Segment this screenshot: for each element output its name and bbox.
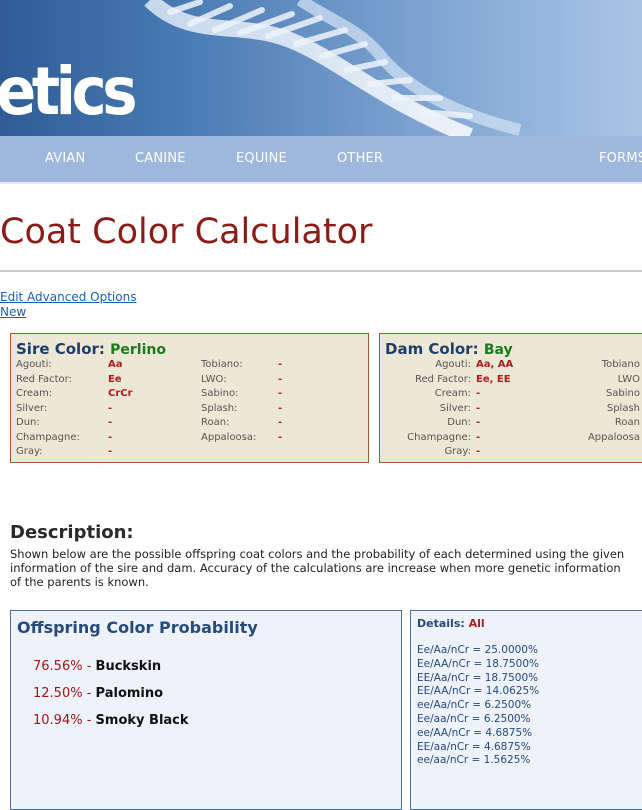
genotype-line: Ee/aa/nCr = 6.2500%: [417, 712, 531, 725]
sire-gray-value: -: [108, 446, 113, 457]
dam-gray-label: Gray:: [444, 446, 471, 457]
dam-dun-label: Dun:: [447, 417, 471, 428]
sire-cream-label: Cream:: [16, 388, 53, 399]
sire-lwo-value: -: [278, 374, 283, 385]
dam-agouti-label: Agouti:: [435, 359, 471, 370]
dam-silver-value: -: [476, 403, 481, 414]
dam-heading-label: Dam Color:: [385, 340, 479, 358]
genotype-line: EE/aa/nCr = 4.6875%: [417, 740, 531, 753]
sire-heading-label: Sire Color:: [16, 340, 105, 358]
sire-splash-value: -: [278, 403, 283, 414]
sire-roan-label: Roan:: [201, 417, 230, 428]
sire-sabino-label: Sabino:: [201, 388, 239, 399]
sire-cream-value: CrCr: [108, 388, 133, 399]
sire-agouti-value: Aa: [108, 359, 123, 370]
sire-tobiano-label: Tobiano:: [201, 359, 243, 370]
sire-heading: Sire Color: Perlino: [16, 340, 166, 358]
sire-dun-label: Dun:: [16, 417, 40, 428]
genotype-line: ee/AA/nCr = 4.6875%: [417, 726, 533, 739]
genotype-line: Ee/Aa/nCr = 25.0000%: [417, 644, 538, 656]
offspring-probability-panel: Offspring Color Probability 76.56% - Buc…: [10, 610, 402, 810]
sire-red-factor-label: Red Factor:: [16, 374, 72, 385]
genotype-list: Ee/Aa/nCr = 25.0000% Ee/AA/nCr = 18.7500…: [417, 644, 539, 768]
title-divider: [0, 270, 642, 272]
dam-roan-label: Roan: [614, 417, 640, 428]
site-logo-text[interactable]: etics: [0, 52, 138, 132]
sire-sabino-value: -: [278, 388, 283, 399]
nav-item-equine[interactable]: EQUINE: [236, 151, 287, 166]
offspring-item-percent: 10.94% -: [33, 713, 92, 728]
sire-lwo-label: LWO:: [201, 374, 227, 385]
dam-tobiano-label: Tobiano: [601, 359, 640, 370]
offspring-item-color: Buckskin: [95, 659, 162, 674]
main-nav: AVIAN CANINE EQUINE OTHER FORMS: [0, 136, 642, 182]
nav-item-other[interactable]: OTHER: [337, 151, 383, 166]
dam-sabino-label: Sabino: [605, 388, 640, 399]
details-label: Details:: [417, 617, 465, 630]
nav-item-canine[interactable]: CANINE: [135, 151, 186, 166]
offspring-item-color: Palomino: [95, 686, 164, 701]
dam-heading: Dam Color: Bay: [385, 340, 513, 358]
sire-splash-label: Splash:: [201, 403, 238, 414]
genotype-line: EE/Aa/nCr = 18.7500%: [417, 671, 539, 684]
dam-gray-value: -: [476, 446, 481, 457]
offspring-item[interactable]: 76.56% - Buckskin: [33, 659, 161, 674]
sire-color-panel: Sire Color: Perlino Agouti: Aa Red Facto…: [10, 333, 369, 463]
sire-appaloosa-value: -: [278, 432, 283, 443]
dam-color-value: Bay: [483, 342, 513, 358]
sire-appaloosa-label: Appaloosa:: [201, 432, 257, 443]
description-heading: Description:: [10, 522, 134, 543]
dam-silver-label: Silver:: [439, 403, 471, 414]
nav-item-forms[interactable]: FORMS: [599, 151, 642, 166]
dam-agouti-value: Aa, AA: [476, 359, 514, 370]
nav-divider: [0, 182, 642, 184]
offspring-item[interactable]: 12.50% - Palomino: [33, 686, 163, 701]
details-heading: Details: All: [417, 617, 485, 630]
dam-cream-value: -: [476, 388, 481, 399]
sire-silver-value: -: [108, 403, 113, 414]
sire-color-value: Perlino: [110, 342, 166, 358]
dam-dun-value: -: [476, 417, 481, 428]
description-text: Shown below are the possible offspring c…: [10, 547, 625, 589]
sire-red-factor-value: Ee: [108, 374, 122, 385]
dam-lwo-label: LWO: [617, 374, 640, 385]
sire-dun-value: -: [108, 417, 113, 428]
dam-color-panel: Dam Color: Bay Agouti: Aa, AA Red Factor…: [379, 333, 642, 463]
dam-appaloosa-label: Appaloosa: [587, 432, 640, 443]
sire-roan-value: -: [278, 417, 283, 428]
sire-champagne-value: -: [108, 432, 113, 443]
offspring-item-percent: 12.50% -: [33, 686, 92, 701]
dam-red-factor-label: Red Factor:: [415, 374, 471, 385]
sire-gray-label: Gray:: [16, 446, 43, 457]
details-filter-all[interactable]: All: [469, 617, 485, 630]
dam-champagne-label: Champagne:: [407, 432, 471, 443]
header-banner: etics: [0, 0, 642, 136]
offspring-item-percent: 76.56% -: [33, 659, 92, 674]
sire-tobiano-value: -: [278, 359, 283, 370]
genotype-line: Ee/AA/nCr = 18.7500%: [417, 657, 540, 670]
genotype-details-panel: Details: All Ee/Aa/nCr = 25.0000% Ee/AA/…: [410, 610, 642, 810]
nav-item-avian[interactable]: AVIAN: [45, 151, 85, 166]
genotype-line: ee/aa/nCr = 1.5625%: [417, 754, 531, 767]
edit-advanced-options-link[interactable]: Edit Advanced Options: [0, 290, 136, 304]
genotype-line: ee/Aa/nCr = 6.2500%: [417, 699, 532, 712]
offspring-item-color: Smoky Black: [95, 713, 189, 728]
sire-champagne-label: Champagne:: [16, 432, 80, 443]
dam-red-factor-value: Ee, EE: [476, 374, 511, 385]
sire-silver-label: Silver:: [16, 403, 48, 414]
offspring-probability-heading: Offspring Color Probability: [17, 618, 258, 637]
new-link[interactable]: New: [0, 305, 26, 319]
sire-agouti-label: Agouti:: [16, 359, 52, 370]
dam-cream-label: Cream:: [434, 388, 471, 399]
dam-champagne-value: -: [476, 432, 481, 443]
page-title: Coat Color Calculator: [0, 212, 373, 252]
dam-splash-label: Splash: [606, 403, 640, 414]
genotype-line: EE/AA/nCr = 14.0625%: [417, 685, 540, 698]
offspring-item[interactable]: 10.94% - Smoky Black: [33, 713, 189, 728]
